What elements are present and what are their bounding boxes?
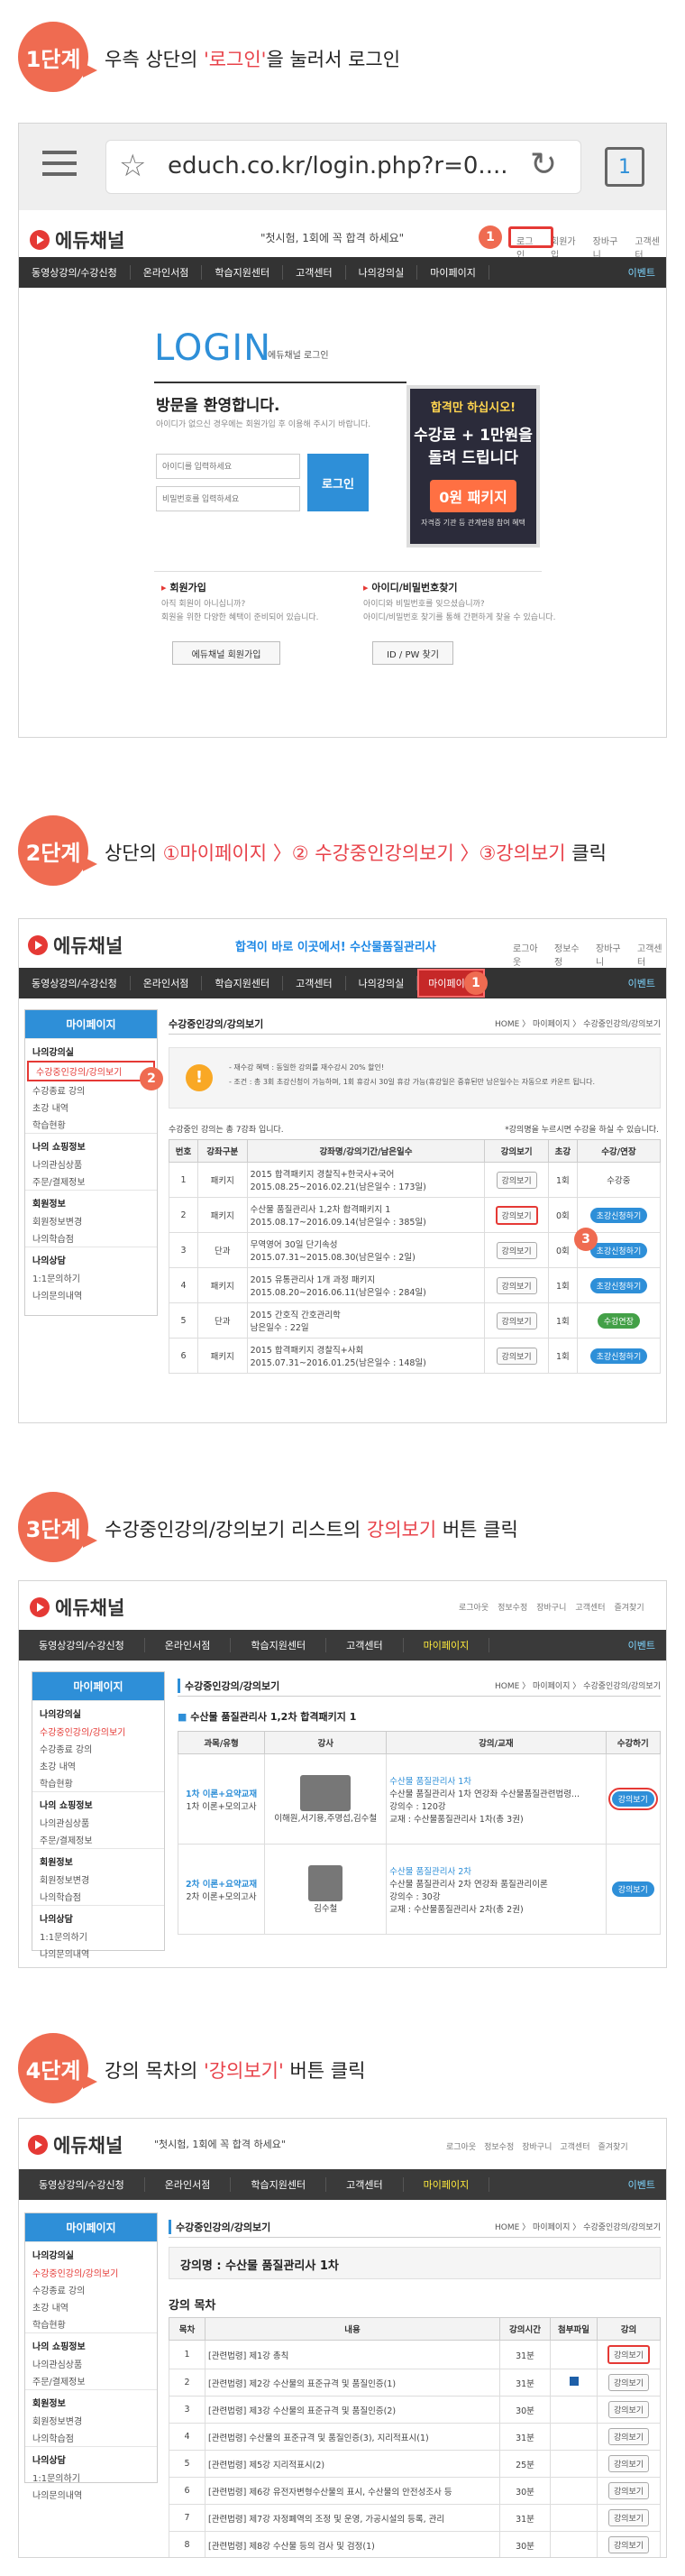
teacher-photo — [300, 1774, 352, 1811]
welcome-title: 방문을 환영합니다. — [156, 397, 280, 415]
step1-header: 1단계 우측 상단의 '로그인'을 눌러서 로그인 — [0, 0, 685, 108]
sidebar-current-lectures[interactable]: 수강중인강의/강의보기 — [27, 1061, 155, 1081]
page-title: 수강중인강의/강의보기 — [169, 1017, 264, 1030]
nav-bookstore[interactable]: 온라인서점 — [131, 265, 203, 280]
find-title: ▸ 아이디/비밀번호찾기 — [363, 582, 458, 593]
step4-badge: 4단계 — [18, 2033, 97, 2103]
table-row: 6 [관련법령] 제6강 유전자변형수산물의 표시, 수산물의 안전성조사 등 30… — [169, 2477, 661, 2505]
view-lecture-button-highlight[interactable]: 강의보기 — [607, 1788, 658, 1810]
top-links: 로그아웃 정보수정 장바구니 고객센터 즐겨찾기 — [459, 1604, 644, 1613]
site-logo[interactable]: 에듀채널 — [28, 2131, 123, 2158]
mypage-sidebar: 마이페이지 나의강의실 수강중인강의/강의보기 수강종료 강의 초강 내역 학습현황 … — [24, 2213, 158, 2501]
step1-badge: 1단계 — [18, 22, 97, 92]
course-name: 강의명 : 수산물 품질관리사 1차 — [169, 2247, 661, 2279]
step2-badge: 2단계 — [18, 815, 97, 886]
main-nav: 동영상강의/수강신청 온라인서점 학습지원센터 고객센터 나의강의실 마이페이지 이벤트 — [19, 968, 666, 998]
view-lecture-button-highlight[interactable]: 강의보기 — [495, 1205, 538, 1225]
table-row: 2 [관련법령] 제2강 수산물의 표준규격 및 품질인증(1) 31분 강의보기 — [169, 2369, 661, 2397]
step2-text: 상단의 ①마이페이지 〉② 수강중인강의보기 〉③강의보기 클릭 — [105, 842, 607, 864]
toc-table: 목차 내용 강의시간 첨부파일 강의 1 [관련법령] 제1강 총칙 31분 강의보기 2 [관… — [169, 2317, 661, 2557]
browser-toolbar: ☆ educh.co.kr/login.php?r=0.... ↻ 1 — [19, 124, 666, 210]
login-button[interactable]: 로그인 — [307, 454, 369, 511]
nav-classroom[interactable]: 나의강의실 — [346, 265, 418, 280]
main-nav: 동영상강의/수강신청 온라인서점 학습지원센터 고객센터 나의강의실 마이페이지… — [19, 257, 666, 288]
step4-screenshot: 에듀채널 "첫시험, 1회에 꼭 합격 하세요" 로그아웃 정보수정 장바구니 고객센… — [18, 2118, 667, 2558]
toc-title: 강의 목차 — [169, 2299, 216, 2313]
top-links: 로그아웃 정보수정 장바구니 고객센터 즐겨찾기 — [446, 2143, 628, 2152]
slogan: "첫시험, 1회에 꼭 합격 하세요" — [260, 232, 405, 244]
table-row: 5 단과 2015 간호직 간호관리학 남은일수 : 22일 강의보기 1회 수강연장 — [169, 1302, 662, 1339]
login-subtitle: 에듀채널 로그인 — [268, 351, 329, 361]
step4-header: 4단계 강의 목차의 '강의보기' 버튼 클릭 — [0, 2011, 685, 2120]
attachment-icon[interactable] — [569, 2377, 579, 2386]
table-row: 8 [관련법령] 제8강 수산물 등의 검사 및 검정(1) 30분 강의보기 — [169, 2531, 661, 2557]
star-icon[interactable]: ☆ — [119, 148, 146, 184]
table-row: 1 [관련법령] 제1강 총칙 31분 강의보기 — [169, 2340, 661, 2369]
step3-screenshot: 에듀채널 로그아웃 정보수정 장바구니 고객센터 즐겨찾기 동영상강의/수강신청 온라인서… — [18, 1580, 667, 1968]
login-title: LOGIN — [154, 327, 272, 369]
step1-screenshot: ☆ educh.co.kr/login.php?r=0.... ↻ 1 에듀채널… — [18, 123, 667, 738]
step4-text: 강의 목차의 '강의보기' 버튼 클릭 — [105, 2060, 366, 2082]
main-nav: 동영상강의/수강신청 온라인서점 학습지원센터 고객센터 마이페이지 이벤트 — [19, 1630, 666, 1661]
find-button[interactable]: ID / PW 찾기 — [372, 641, 453, 665]
site-logo[interactable]: 에듀채널 — [30, 1594, 124, 1621]
breadcrumb: HOME 〉 마이페이지 〉 수강중인강의/강의보기 — [495, 1020, 661, 1029]
site-logo[interactable]: 에듀채널 — [28, 932, 123, 959]
table-row: 7 [관련법령] 제7강 자정폐역의 조정 및 운영, 가공시설의 등록, 관리 3… — [169, 2504, 661, 2532]
step3-badge: 3단계 — [18, 1492, 97, 1562]
course-table: 과목/유형 강사 강의/교재 수강하기 1차 이론+요약교재 1차 이론+모의고사 이해… — [177, 1731, 662, 1935]
lecture-table: 번호 강좌구분 강좌명/강의기간/남은일수 강의보기 초강 수강/연장 1 패키지 2015 … — [169, 1139, 662, 1374]
address-bar[interactable]: ☆ educh.co.kr/login.php?r=0.... ↻ — [105, 140, 581, 194]
view-lecture-button-highlight[interactable]: 강의보기 — [607, 2345, 651, 2364]
nav-support[interactable]: 고객센터 — [283, 265, 346, 280]
course-banner: 합격이 바로 이곳에서! 수산물품질관리사 — [235, 941, 436, 954]
table-row: 4 [관련법령] 수산물의 표준규격 및 품질인증(3), 지리적표시(1) 31분… — [169, 2423, 661, 2451]
step2-screenshot: 에듀채널 합격이 바로 이곳에서! 수산물품질관리사 로그아웃 정보수정 장바구니 고… — [18, 918, 667, 1423]
mypage-sidebar: 마이페이지 나의강의실 수강중인강의/강의보기 수강종료 강의 초강 내역 학습현황 … — [32, 1671, 165, 1960]
nav-lectures[interactable]: 동영상강의/수강신청 — [19, 265, 131, 280]
main-nav: 동영상강의/수강신청 온라인서점 학습지원센터 고객센터 마이페이지 이벤트 — [19, 2169, 666, 2200]
join-button[interactable]: 에듀채널 회원가입 — [172, 641, 280, 665]
table-row: 1차 이론+요약교재 1차 이론+모의고사 이해원,서기용,주명섭,김수철 수산물… — [177, 1753, 662, 1845]
step3-text: 수강중인강의/강의보기 리스트의 강의보기 버튼 클릭 — [105, 1519, 518, 1541]
mypage-sidebar: 마이페이지 나의강의실 수강중인강의/강의보기 수강종료 강의 초강 내역 학습현황… — [24, 1009, 158, 1316]
notice-box: ! - 재수강 혜택 : 동일한 강의를 재수강시 20% 할인! - 조건 :… — [169, 1047, 661, 1109]
teacher-photo — [308, 1864, 343, 1901]
promo-banner[interactable]: 합격만 하십시오! 수강료 + 1만원을 돌려 드립니다 0원 패키지 자격증 … — [406, 385, 540, 547]
url-text: educh.co.kr/login.php?r=0.... — [168, 152, 508, 179]
info-icon: ! — [186, 1064, 213, 1091]
login-highlight — [508, 226, 553, 248]
table-row: 1 패키지 2015 합격패키지 경찰직+한국사+국어 2015.08.25~2016… — [169, 1162, 662, 1198]
top-links: 로그아웃 정보수정 장바구니 고객센터 — [513, 944, 662, 968]
menu-icon[interactable] — [42, 151, 77, 176]
step2-header: 2단계 상단의 ①마이페이지 〉② 수강중인강의보기 〉③강의보기 클릭 — [0, 794, 685, 902]
reload-icon[interactable]: ↻ — [530, 146, 557, 183]
lecture-count: 수강중인 강의는 총 7강좌 입니다. — [169, 1126, 284, 1135]
table-row: 6 패키지 2015 합격패키지 경찰직+사회 2015.07.31~2016.01.… — [169, 1338, 662, 1374]
table-row: 3 [관련법령] 제3강 수산물의 표준규격 및 품질인증(2) 30분 강의보기 — [169, 2396, 661, 2424]
step3-header: 3단계 수강중인강의/강의보기 리스트의 강의보기 버튼 클릭 — [0, 1470, 685, 1578]
nav-mypage[interactable]: 마이페이지 — [417, 265, 489, 280]
password-input[interactable] — [156, 486, 300, 511]
step1-text: 우측 상단의 '로그인'을 눌러서 로그인 — [105, 49, 401, 70]
marker-1: 1 — [479, 225, 502, 249]
join-title: ▸ 회원가입 — [161, 582, 206, 593]
table-row: 2차 이론+요약교재 2차 이론+모의고사 김수철 수산물 품질관리사 2차 수산물… — [177, 1844, 662, 1935]
page-title: 수강중인강의/강의보기 — [178, 1678, 279, 1693]
marker-1: 1 — [464, 971, 488, 995]
id-input[interactable] — [156, 454, 300, 479]
welcome-desc: 아이디가 없으신 경우에는 회원가입 후 이용해 주시기 바랍니다. — [156, 420, 371, 429]
nav-learning[interactable]: 학습지원센터 — [202, 265, 284, 280]
table-row: 5 [관련법령] 제5강 지리적표시(2) 25분 강의보기 — [169, 2450, 661, 2478]
page-title: 수강중인강의/강의보기 — [169, 2219, 270, 2234]
table-row: 4 패키지 2015 유통관리사 1개 과정 패키지 2015.08.20~2016.… — [169, 1267, 662, 1303]
breadcrumb: HOME 〉 마이페이지 〉 수강중인강의/강의보기 — [495, 1682, 661, 1691]
package-title: ■ 수산물 품질관리사 1,2차 합격패키지 1 — [178, 1711, 357, 1723]
breadcrumb: HOME 〉 마이페이지 〉 수강중인강의/강의보기 — [495, 2223, 661, 2232]
marker-2: 2 — [140, 1067, 163, 1090]
marker-3: 3 — [574, 1228, 598, 1251]
site-logo[interactable]: 에듀채널 — [30, 226, 124, 253]
nav-event[interactable]: 이벤트 — [616, 265, 666, 280]
tab-count[interactable]: 1 — [605, 147, 644, 187]
